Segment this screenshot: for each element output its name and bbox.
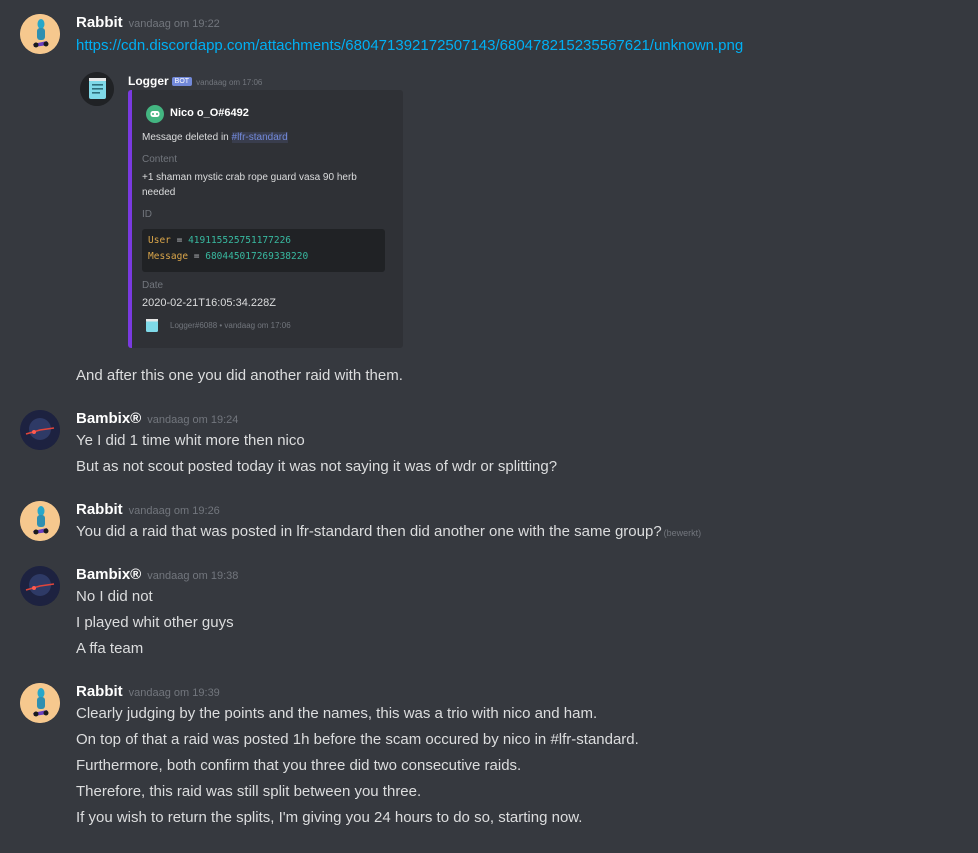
- id-label: ID: [142, 209, 152, 220]
- username[interactable]: Rabbit: [76, 683, 123, 700]
- footer-icon: [144, 319, 160, 337]
- bambix-avatar-icon: [20, 566, 60, 606]
- embed-card: Nico o_O#6492 Message deleted in #lfr-st…: [128, 90, 403, 348]
- code-line-user: User = 419115525751177226: [148, 235, 292, 246]
- date-label: Date: [142, 280, 164, 291]
- rabbit-avatar[interactable]: [20, 14, 60, 54]
- message-text: Therefore, this raid was still split bet…: [76, 783, 422, 800]
- message-text: You did a raid that was posted in lfr-st…: [76, 523, 701, 540]
- message-header: Rabbit vandaag om 19:39: [76, 683, 220, 700]
- bot-badge: BOT: [171, 77, 193, 86]
- content-line-1: +1 shaman mystic crab rope guard vasa 90…: [142, 172, 357, 183]
- embed-desc-prefix: Message deleted in: [142, 132, 232, 143]
- message-text: Ye I did 1 time whit more then nico: [76, 432, 305, 449]
- bot-name: Logger: [128, 74, 169, 88]
- bambix-avatar-icon: [20, 410, 60, 450]
- message-body: You did a raid that was posted in lfr-st…: [76, 523, 662, 540]
- message-text: But as not scout posted today it was not…: [76, 458, 558, 475]
- embed-footer: Logger#6088 • vandaag om 17:06: [170, 321, 291, 330]
- logger-avatar: [80, 72, 114, 106]
- message-text: If you wish to return the splits, I'm gi…: [76, 809, 583, 826]
- message-text: No I did not: [76, 588, 153, 605]
- content-label: Content: [142, 154, 178, 165]
- code-line-message: Message = 680445017269338220: [148, 251, 309, 262]
- username[interactable]: Bambix®: [76, 410, 141, 427]
- edited-marker: (bewerkt): [663, 528, 702, 538]
- bot-timestamp: vandaag om 17:06: [196, 78, 263, 87]
- rabbit-avatar-icon: [20, 683, 60, 723]
- username[interactable]: Rabbit: [76, 501, 123, 518]
- timestamp: vandaag om 19:22: [128, 18, 220, 30]
- code-value: 419115525751177226: [188, 235, 292, 246]
- code-value: 680445017269338220: [205, 251, 309, 262]
- bambix-avatar[interactable]: [20, 566, 60, 606]
- message-header: Rabbit vandaag om 19:22: [76, 14, 220, 31]
- timestamp: vandaag om 19:39: [128, 687, 220, 699]
- channel-mention: #lfr-standard: [231, 132, 288, 143]
- timestamp: vandaag om 19:26: [128, 505, 220, 517]
- content-line-2: needed: [142, 187, 176, 198]
- attachment-link[interactable]: https://cdn.discordapp.com/attachments/6…: [76, 37, 743, 54]
- notepad-icon: [80, 72, 114, 106]
- message-text: On top of that a raid was posted 1h befo…: [76, 731, 639, 748]
- bambix-avatar[interactable]: [20, 410, 60, 450]
- rabbit-avatar-icon: [20, 501, 60, 541]
- embed-author-icon: [146, 105, 164, 127]
- id-codeblock: User = 419115525751177226 Message = 6804…: [142, 229, 385, 272]
- embed-description: Message deleted in #lfr-standard: [142, 132, 288, 143]
- code-key: Message: [148, 251, 189, 262]
- message-header: Bambix® vandaag om 19:24: [76, 410, 238, 427]
- username[interactable]: Bambix®: [76, 566, 141, 583]
- message-text: A ffa team: [76, 640, 144, 657]
- date-value: 2020-02-21T16:05:34.228Z: [142, 297, 276, 309]
- message-text: And after this one you did another raid …: [76, 367, 403, 384]
- embed-header: Logger BOT vandaag om 17:06: [128, 72, 262, 89]
- username[interactable]: Rabbit: [76, 14, 123, 31]
- timestamp: vandaag om 19:24: [147, 414, 239, 426]
- message-text: Furthermore, both confirm that you three…: [76, 757, 522, 774]
- code-key: User: [148, 235, 171, 246]
- message-header: Rabbit vandaag om 19:26: [76, 501, 220, 518]
- timestamp: vandaag om 19:38: [147, 570, 239, 582]
- rabbit-avatar[interactable]: [20, 501, 60, 541]
- message-text: I played whit other guys: [76, 614, 234, 631]
- message-header: Bambix® vandaag om 19:38: [76, 566, 238, 583]
- rabbit-avatar[interactable]: [20, 683, 60, 723]
- message-text: Clearly judging by the points and the na…: [76, 705, 598, 722]
- rabbit-avatar-icon: [20, 14, 60, 54]
- embed-author: Nico o_O#6492: [170, 107, 249, 119]
